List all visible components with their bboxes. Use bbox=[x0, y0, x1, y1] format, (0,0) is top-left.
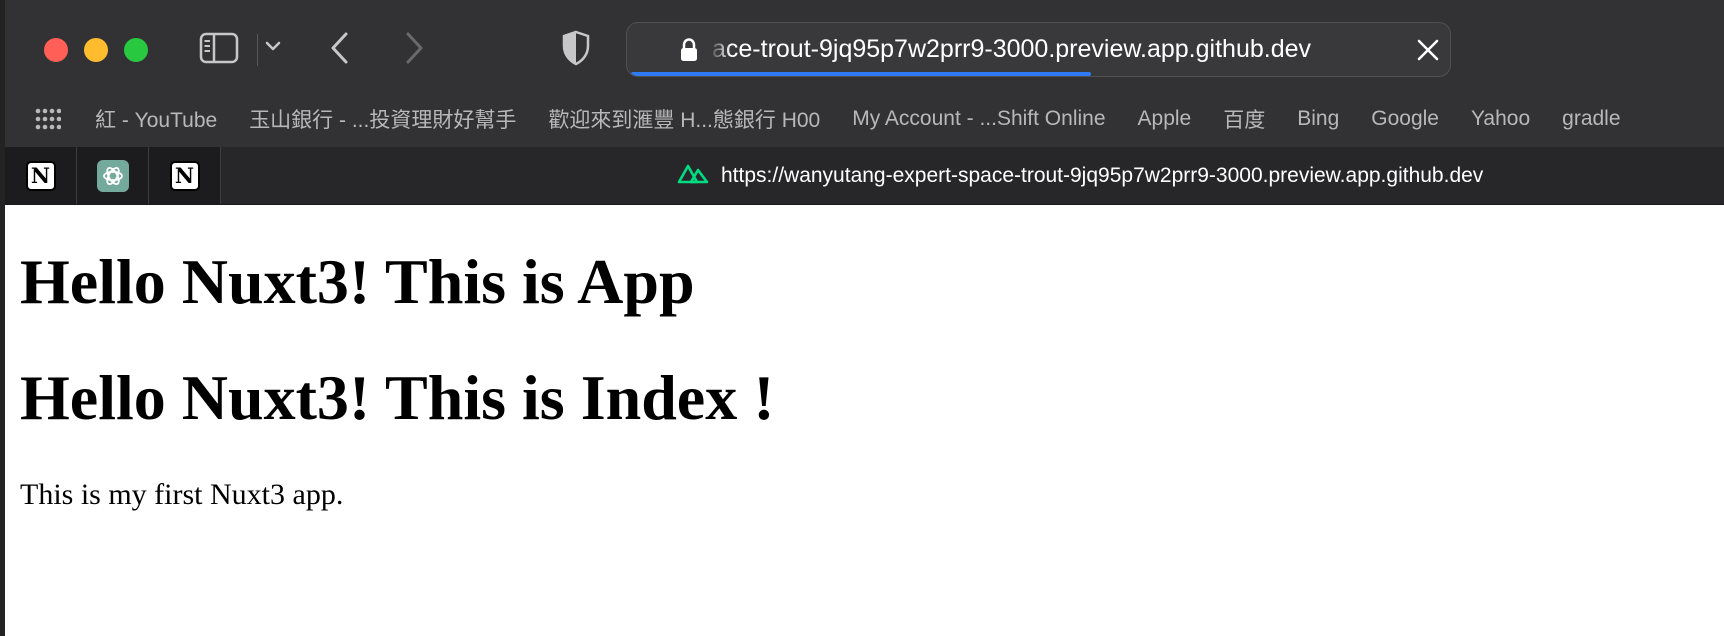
pinned-tab-notion[interactable]: N bbox=[5, 147, 77, 204]
window-minimize-button[interactable] bbox=[84, 38, 108, 62]
active-tab[interactable]: https://wanyutang-expert-space-trout-9jq… bbox=[677, 147, 1483, 204]
address-bar[interactable]: ace-trout-9jq95p7w2prr9-3000.preview.app… bbox=[626, 22, 1451, 77]
pinned-tab-notion-2[interactable]: N bbox=[149, 147, 221, 204]
favorite-gradle[interactable]: gradle bbox=[1562, 107, 1620, 131]
favorite-esun-bank[interactable]: 玉山銀行 - ...投資理財好幫手 bbox=[249, 104, 516, 134]
url-text[interactable]: ace-trout-9jq95p7w2prr9-3000.preview.app… bbox=[712, 23, 1311, 76]
favorite-bing[interactable]: Bing bbox=[1297, 107, 1339, 131]
favorite-apple[interactable]: Apple bbox=[1138, 107, 1192, 131]
tab-bar: N N https://wanyutang-expert-space-trout… bbox=[5, 147, 1724, 205]
window-edge bbox=[0, 0, 5, 636]
favorite-yahoo[interactable]: Yahoo bbox=[1471, 107, 1530, 131]
toolbar-separator bbox=[257, 34, 258, 66]
url-fade bbox=[709, 23, 731, 76]
lock-icon bbox=[679, 38, 699, 67]
notion-icon: N bbox=[169, 160, 200, 191]
active-tab-title: https://wanyutang-expert-space-trout-9jq… bbox=[721, 163, 1484, 187]
shield-icon[interactable] bbox=[561, 30, 591, 66]
favorite-hsbc[interactable]: 歡迎來到滙豐 H...態銀行 H00 bbox=[548, 104, 820, 134]
grid-icon[interactable] bbox=[35, 108, 62, 135]
favorites-bar: 紅 - YouTube 玉山銀行 - ...投資理財好幫手 歡迎來到滙豐 H..… bbox=[5, 90, 1724, 147]
chatgpt-icon bbox=[96, 159, 129, 192]
favorite-my-account[interactable]: My Account - ...Shift Online bbox=[852, 107, 1105, 131]
favorite-baidu[interactable]: 百度 bbox=[1223, 104, 1265, 134]
window-zoom-button[interactable] bbox=[124, 38, 148, 62]
favorite-youtube[interactable]: 紅 - YouTube bbox=[95, 104, 217, 134]
back-icon[interactable] bbox=[329, 30, 351, 66]
nuxt-icon bbox=[677, 162, 709, 189]
pinned-tab-chatgpt[interactable] bbox=[77, 147, 149, 204]
heading-index: Hello Nuxt3! This is Index ! bbox=[20, 362, 775, 433]
favorite-google[interactable]: Google bbox=[1371, 107, 1439, 131]
sidebar-icon[interactable] bbox=[199, 32, 239, 64]
close-icon[interactable] bbox=[1415, 37, 1441, 68]
browser-toolbar: ace-trout-9jq95p7w2prr9-3000.preview.app… bbox=[5, 0, 1724, 90]
chevron-down-icon[interactable] bbox=[265, 40, 281, 52]
forward-icon[interactable] bbox=[403, 30, 425, 66]
favorites-list: 紅 - YouTube 玉山銀行 - ...投資理財好幫手 歡迎來到滙豐 H..… bbox=[95, 90, 1653, 147]
heading-app: Hello Nuxt3! This is App bbox=[20, 246, 695, 317]
window-close-button[interactable] bbox=[44, 38, 68, 62]
page-load-progress bbox=[631, 72, 1091, 76]
intro-paragraph: This is my first Nuxt3 app. bbox=[20, 478, 344, 511]
notion-icon: N bbox=[25, 160, 56, 191]
page-content: Hello Nuxt3! This is App Hello Nuxt3! Th… bbox=[5, 205, 1724, 636]
